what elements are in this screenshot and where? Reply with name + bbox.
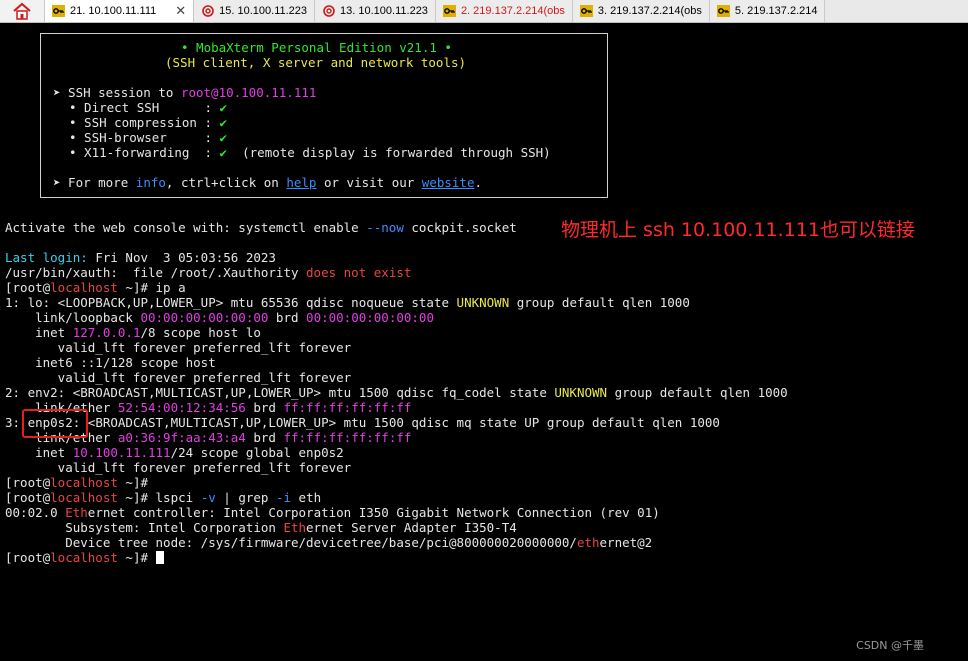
- website-link[interactable]: website: [422, 175, 475, 190]
- output-line: 1: lo: <LOOPBACK,UP,LOWER_UP> mtu 65536 …: [5, 295, 690, 310]
- output-line: 3: enp0s2: <BROADCAST,MULTICAST,UP,LOWER…: [5, 415, 720, 430]
- banner-more: ➤ For more info, ctrl+click on help or v…: [53, 175, 483, 190]
- output-line: valid_lft forever preferred_lft forever: [5, 370, 352, 385]
- tab-session-13[interactable]: 13. 10.100.11.223: [315, 0, 436, 22]
- prompt-line: [root@localhost ~]#: [5, 550, 164, 565]
- output-line: valid_lft forever preferred_lft forever: [5, 460, 352, 475]
- spiral-icon: [322, 5, 335, 17]
- output-line: inet 10.100.11.111/24 scope global enp0s…: [5, 445, 344, 460]
- home-button[interactable]: [0, 0, 45, 22]
- tab-label: 21. 10.100.11.111: [70, 5, 157, 17]
- annotation-text: 物理机上 ssh 10.100.11.111也可以链接: [561, 219, 915, 241]
- xauth-line: /usr/bin/xauth: file /root/.Xauthority d…: [5, 265, 412, 280]
- output-line: valid_lft forever preferred_lft forever: [5, 340, 352, 355]
- banner-subtitle: (SSH client, X server and network tools): [165, 55, 467, 70]
- banner-session: ➤ SSH session to root@10.100.11.111: [53, 85, 317, 100]
- key-icon: [716, 5, 730, 17]
- key-icon: [52, 5, 65, 17]
- home-icon: [13, 2, 31, 20]
- last-login-line: Last login: Fri Nov 3 05:03:56 2023: [5, 250, 276, 265]
- banner-feature-row: • Direct SSH : ✔: [69, 100, 228, 115]
- tab-session-15[interactable]: 15. 10.100.11.223: [194, 0, 316, 22]
- output-line: Device tree node: /sys/firmware/devicetr…: [5, 535, 653, 550]
- output-line: 00:02.0 Ethernet controller: Intel Corpo…: [5, 505, 660, 520]
- tab-session-3[interactable]: 3. 219.137.2.214(obs: [572, 0, 710, 22]
- tab-label: 2. 219.137.2.214(obs: [460, 5, 565, 17]
- spiral-icon: [201, 5, 214, 17]
- tab-bar: 21. 10.100.11.111 ✕ 15. 10.100.11.223 13…: [0, 0, 968, 23]
- help-link[interactable]: help: [286, 175, 316, 190]
- tab-label: 13. 10.100.11.223: [340, 5, 428, 17]
- banner-title: • MobaXterm Personal Edition v21.1 •: [181, 40, 452, 55]
- prompt-line: [root@localhost ~]# ip a: [5, 280, 186, 295]
- highlight-box: [22, 409, 88, 438]
- tab-label: 3. 219.137.2.214(obs: [597, 5, 702, 17]
- output-line: inet6 ::1/128 scope host: [5, 355, 216, 370]
- tab-session-5[interactable]: 5. 219.137.2.214: [709, 0, 826, 22]
- key-icon: [579, 5, 593, 17]
- activate-line: Activate the web console with: systemctl…: [5, 220, 517, 235]
- key-icon: [442, 5, 456, 17]
- tab-session-21[interactable]: 21. 10.100.11.111 ✕: [45, 0, 195, 22]
- info-link[interactable]: info: [136, 175, 166, 190]
- output-line: link/loopback 00:00:00:00:00:00 brd 00:0…: [5, 310, 434, 325]
- tab-label: 15. 10.100.11.223: [219, 5, 308, 17]
- watermark: CSDN @千墨: [856, 639, 924, 652]
- banner-feature-row: • SSH compression : ✔: [69, 115, 228, 130]
- banner-feature-row: • X11-forwarding : ✔ (remote display is …: [69, 145, 551, 160]
- output-line: inet 127.0.0.1/8 scope host lo: [5, 325, 261, 340]
- output-line: Subsystem: Intel Corporation Ethernet Se…: [5, 520, 517, 535]
- close-icon[interactable]: ✕: [175, 3, 186, 19]
- terminal-cursor: [155, 551, 164, 564]
- tab-session-2[interactable]: 2. 219.137.2.214(obs: [435, 0, 573, 22]
- output-line: 2: env2: <BROADCAST,MULTICAST,UP,LOWER_U…: [5, 385, 788, 400]
- prompt-line: [root@localhost ~]#: [5, 475, 156, 490]
- prompt-line: [root@localhost ~]# lspci -v | grep -i e…: [5, 490, 322, 505]
- tab-label: 5. 219.137.2.214: [734, 5, 818, 17]
- terminal[interactable]: • MobaXterm Personal Edition v21.1 • (SS…: [5, 25, 965, 655]
- banner-feature-row: • SSH-browser : ✔: [69, 130, 228, 145]
